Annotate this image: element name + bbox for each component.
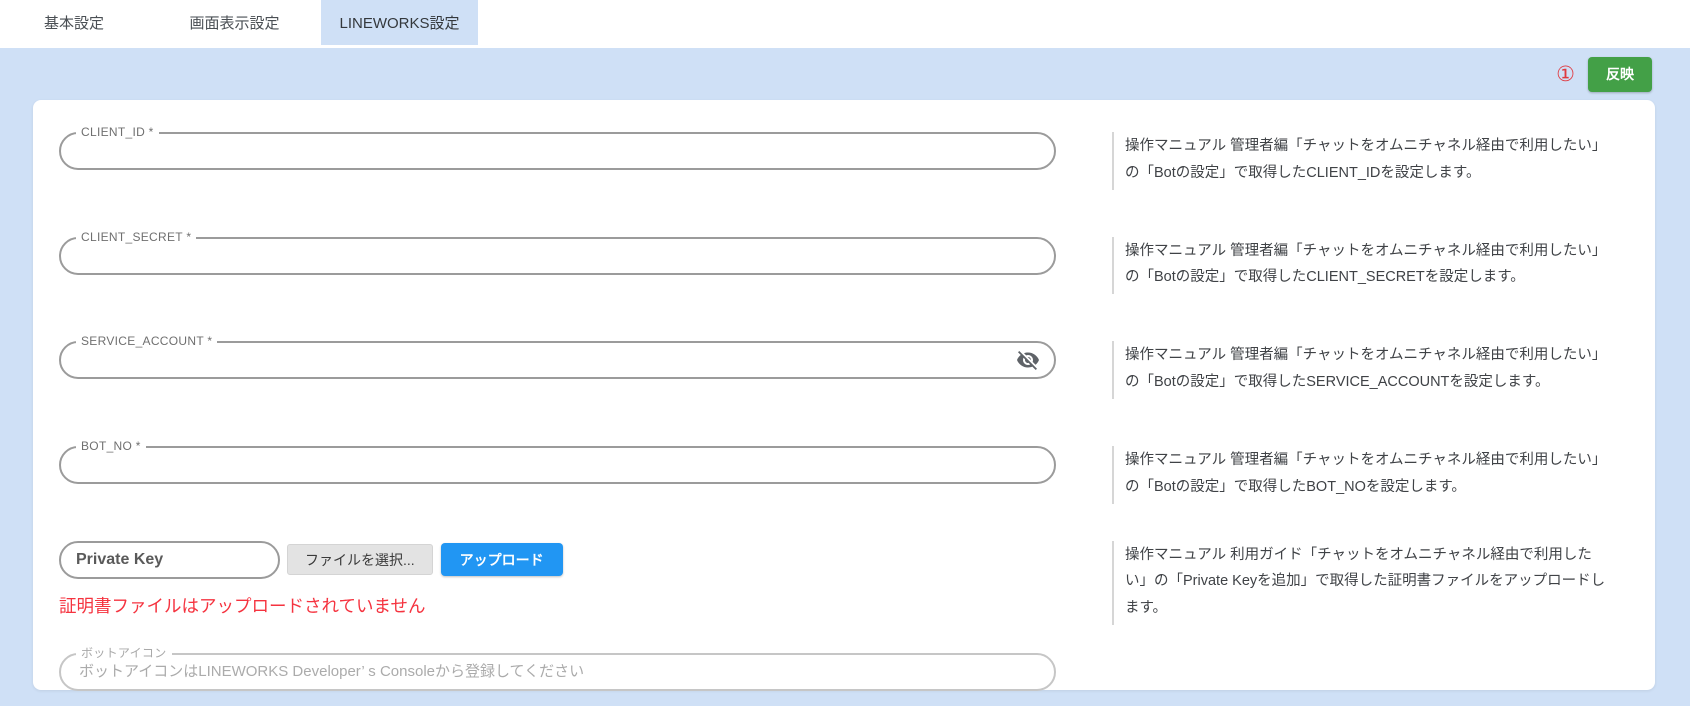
choose-file-button[interactable]: ファイルを選択... bbox=[287, 544, 433, 575]
lineworks-settings-panel: ① 反映 CLIENT_ID * 操作マニュアル 管理者編「チャットをオムニチャ… bbox=[0, 48, 1690, 706]
bot-icon-input bbox=[79, 657, 1002, 687]
private-key-row: Private Key ファイルを選択... アップロード 証明書ファイルはアッ… bbox=[59, 541, 1655, 625]
tab-basic-settings[interactable]: 基本設定 bbox=[0, 0, 148, 45]
private-key-help-text: 操作マニュアル 利用ガイド「チャットをオムニチャネル経由で利用したい」の「Pri… bbox=[1112, 541, 1612, 625]
upload-button[interactable]: アップロード bbox=[441, 543, 563, 576]
apply-row: ① 反映 bbox=[0, 48, 1690, 100]
bot-icon-row: ボットアイコン bbox=[59, 653, 1655, 691]
bot-no-input[interactable] bbox=[79, 450, 1002, 480]
certificate-error-text: 証明書ファイルはアップロードされていません bbox=[59, 593, 1056, 618]
client-secret-input[interactable] bbox=[79, 241, 1002, 271]
settings-tabbar: 基本設定 画面表示設定 LINEWORKS設定 bbox=[0, 0, 1690, 45]
client-secret-row: CLIENT_SECRET * 操作マニュアル 管理者編「チャットをオムニチャネ… bbox=[59, 237, 1655, 295]
bot-no-row: BOT_NO * 操作マニュアル 管理者編「チャットをオムニチャネル経由で利用し… bbox=[59, 446, 1655, 504]
bot-icon-field: ボットアイコン bbox=[59, 653, 1056, 691]
private-key-field[interactable]: Private Key bbox=[59, 541, 280, 579]
service-account-row: SERVICE_ACCOUNT * 操作マニュアル 管理者編「チャットをオムニチ… bbox=[59, 341, 1655, 399]
service-account-help-text: 操作マニュアル 管理者編「チャットをオムニチャネル経由で利用したい」の「Botの… bbox=[1112, 341, 1612, 399]
bot-no-field: BOT_NO * bbox=[59, 446, 1056, 484]
client-id-row: CLIENT_ID * 操作マニュアル 管理者編「チャットをオムニチャネル経由で… bbox=[59, 132, 1655, 190]
tab-display-settings[interactable]: 画面表示設定 bbox=[148, 0, 321, 45]
client-secret-field: CLIENT_SECRET * bbox=[59, 237, 1056, 275]
bot-no-help-text: 操作マニュアル 管理者編「チャットをオムニチャネル経由で利用したい」の「Botの… bbox=[1112, 446, 1612, 504]
tab-lineworks-settings[interactable]: LINEWORKS設定 bbox=[321, 0, 478, 45]
private-key-field-group: Private Key ファイルを選択... アップロード 証明書ファイルはアッ… bbox=[59, 541, 1056, 618]
service-account-input[interactable] bbox=[79, 345, 1002, 375]
client-secret-help-text: 操作マニュアル 管理者編「チャットをオムニチャネル経由で利用したい」の「Botの… bbox=[1112, 237, 1612, 295]
client-id-field: CLIENT_ID * bbox=[59, 132, 1056, 170]
client-id-help-text: 操作マニュアル 管理者編「チャットをオムニチャネル経由で利用したい」の「Botの… bbox=[1112, 132, 1612, 190]
visibility-off-icon[interactable] bbox=[1016, 348, 1040, 372]
apply-button[interactable]: 反映 bbox=[1588, 57, 1652, 92]
service-account-field: SERVICE_ACCOUNT * bbox=[59, 341, 1056, 379]
annotation-marker-1: ① bbox=[1556, 64, 1575, 85]
client-id-input[interactable] bbox=[79, 136, 1002, 166]
settings-card: CLIENT_ID * 操作マニュアル 管理者編「チャットをオムニチャネル経由で… bbox=[33, 100, 1655, 690]
